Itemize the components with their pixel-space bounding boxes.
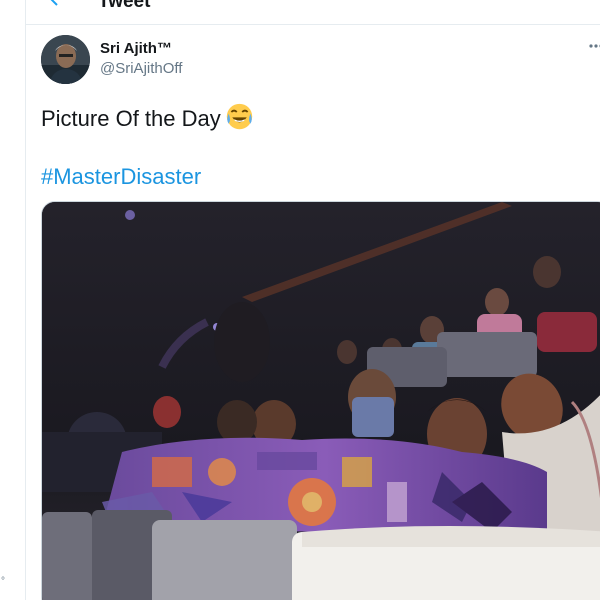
rail-indicator-icon: ° bbox=[1, 576, 5, 587]
tweet-text-content: Picture Of the Day bbox=[41, 106, 221, 131]
tweet-media-photo[interactable] bbox=[41, 201, 600, 600]
left-navigation-rail: ° bbox=[0, 0, 26, 600]
hashtag-link[interactable]: #MasterDisaster bbox=[41, 163, 201, 191]
more-options-icon[interactable] bbox=[588, 38, 600, 52]
avatar-image bbox=[41, 35, 90, 84]
cinema-hall-photo bbox=[42, 202, 600, 600]
face-with-tears-of-joy-emoji bbox=[226, 103, 252, 130]
author-handle[interactable]: @SriAjithOff bbox=[100, 60, 182, 77]
author-name[interactable]: Sri Ajith™ bbox=[100, 40, 172, 57]
page-header: Tweet bbox=[26, 0, 600, 25]
tweet-text: Picture Of the Day bbox=[41, 102, 254, 133]
avatar[interactable] bbox=[41, 35, 90, 84]
back-arrow-icon[interactable] bbox=[45, 0, 69, 10]
page-title: Tweet bbox=[98, 0, 151, 12]
